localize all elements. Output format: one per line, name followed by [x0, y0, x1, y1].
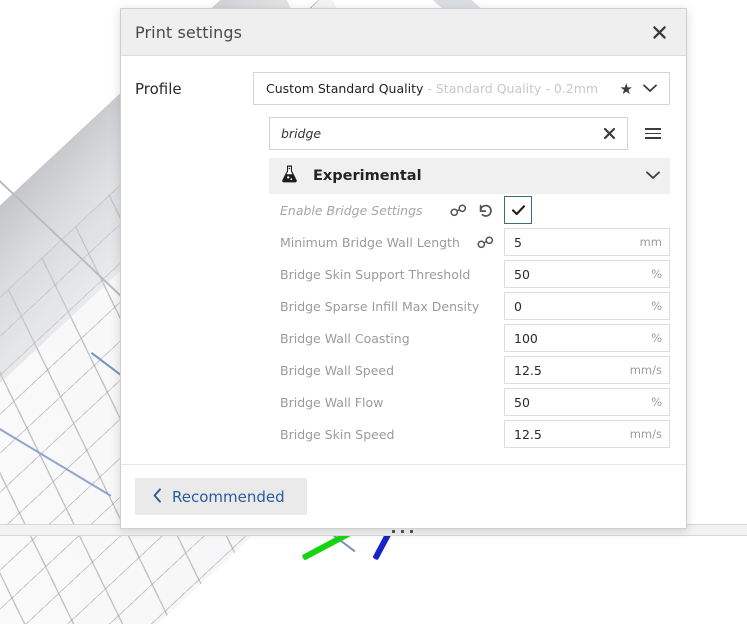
row-icons	[477, 235, 504, 249]
link-settings-icon[interactable]	[450, 203, 467, 217]
setting-label: Bridge Skin Support Threshold	[280, 266, 471, 282]
setting-row: Bridge Skin Support Threshold 50 %	[269, 258, 670, 290]
search-box[interactable]	[269, 117, 628, 150]
setting-unit: %	[651, 395, 662, 409]
row-icons	[450, 203, 504, 218]
profile-label: Profile	[135, 79, 182, 98]
setting-value-field[interactable]: 5 mm	[504, 228, 670, 256]
setting-unit: %	[651, 299, 662, 313]
setting-value-field[interactable]: 50 %	[504, 260, 670, 288]
setting-unit: %	[651, 331, 662, 345]
section-title: Experimental	[313, 168, 422, 184]
panel-drag-handle[interactable]	[392, 530, 413, 533]
revert-value-icon[interactable]	[477, 203, 494, 218]
settings-list: Experimental Enable Bridge Settings Mini…	[269, 158, 670, 450]
clear-search-icon[interactable]	[597, 122, 621, 146]
setting-value-field[interactable]: 0 %	[504, 292, 670, 320]
checkbox-slot	[504, 196, 670, 224]
profile-selected-sub: - Standard Quality - 0.2mm	[427, 81, 599, 96]
setting-unit: mm/s	[629, 363, 662, 377]
setting-row: Bridge Sparse Infill Max Density 0 %	[269, 290, 670, 322]
page-title: Print settings	[135, 22, 243, 42]
search-input[interactable]	[281, 126, 597, 141]
setting-row: Enable Bridge Settings	[269, 194, 670, 226]
setting-value-field[interactable]: 12.5 mm/s	[504, 420, 670, 448]
enable-bridge-settings-checkbox[interactable]	[504, 196, 532, 224]
print-settings-dialog: Print settings Profile Custom Standard Q…	[120, 8, 687, 529]
chevron-left-icon	[153, 487, 162, 506]
setting-label: Minimum Bridge Wall Length	[280, 234, 460, 250]
link-settings-icon[interactable]	[477, 235, 494, 249]
dialog-titlebar: Print settings	[121, 9, 686, 56]
setting-label: Enable Bridge Settings	[280, 202, 423, 218]
setting-value: 0	[514, 298, 522, 314]
close-icon[interactable]	[646, 19, 672, 45]
setting-value: 50	[514, 266, 530, 282]
setting-label: Bridge Wall Speed	[280, 362, 395, 378]
settings-scroll-area[interactable]: Experimental Enable Bridge Settings Mini…	[269, 158, 670, 464]
setting-label: Bridge Sparse Infill Max Density	[280, 298, 480, 314]
setting-row: Bridge Wall Coasting 100 %	[269, 322, 670, 354]
setting-value: 12.5	[514, 426, 542, 442]
setting-row: Bridge Skin Speed 12.5 mm/s	[269, 418, 670, 450]
setting-label: Bridge Wall Coasting	[280, 330, 410, 346]
setting-value: 50	[514, 394, 530, 410]
section-header-experimental[interactable]: Experimental	[269, 158, 670, 194]
setting-unit: mm	[639, 235, 662, 249]
setting-row: Minimum Bridge Wall Length 5 mm	[269, 226, 670, 258]
setting-value: 100	[514, 330, 538, 346]
hamburger-menu-icon[interactable]	[636, 119, 670, 149]
search-row	[121, 113, 686, 158]
chevron-down-icon[interactable]	[643, 82, 661, 96]
setting-value: 5	[514, 234, 522, 250]
recommended-button-label: Recommended	[172, 487, 285, 506]
recommended-button[interactable]: Recommended	[135, 478, 307, 515]
chevron-down-icon[interactable]	[646, 169, 660, 183]
profile-row: Profile Custom Standard Quality - Standa…	[121, 56, 686, 113]
profile-selected-name: Custom Standard Quality	[266, 81, 424, 96]
setting-label: Bridge Wall Flow	[280, 394, 384, 410]
setting-value-field[interactable]: 50 %	[504, 388, 670, 416]
setting-unit: %	[651, 267, 662, 281]
setting-value-field[interactable]: 100 %	[504, 324, 670, 352]
setting-value-field[interactable]: 12.5 mm/s	[504, 356, 670, 384]
setting-value: 12.5	[514, 362, 542, 378]
profile-select[interactable]: Custom Standard Quality - Standard Quali…	[253, 72, 670, 105]
setting-label: Bridge Skin Speed	[280, 426, 395, 442]
setting-row: Bridge Wall Speed 12.5 mm/s	[269, 354, 670, 386]
setting-row: Bridge Wall Flow 50 %	[269, 386, 670, 418]
setting-unit: mm/s	[629, 427, 662, 441]
dialog-footer: Recommended	[121, 464, 686, 528]
flask-icon	[280, 164, 299, 188]
star-icon[interactable]: ★	[614, 80, 643, 98]
